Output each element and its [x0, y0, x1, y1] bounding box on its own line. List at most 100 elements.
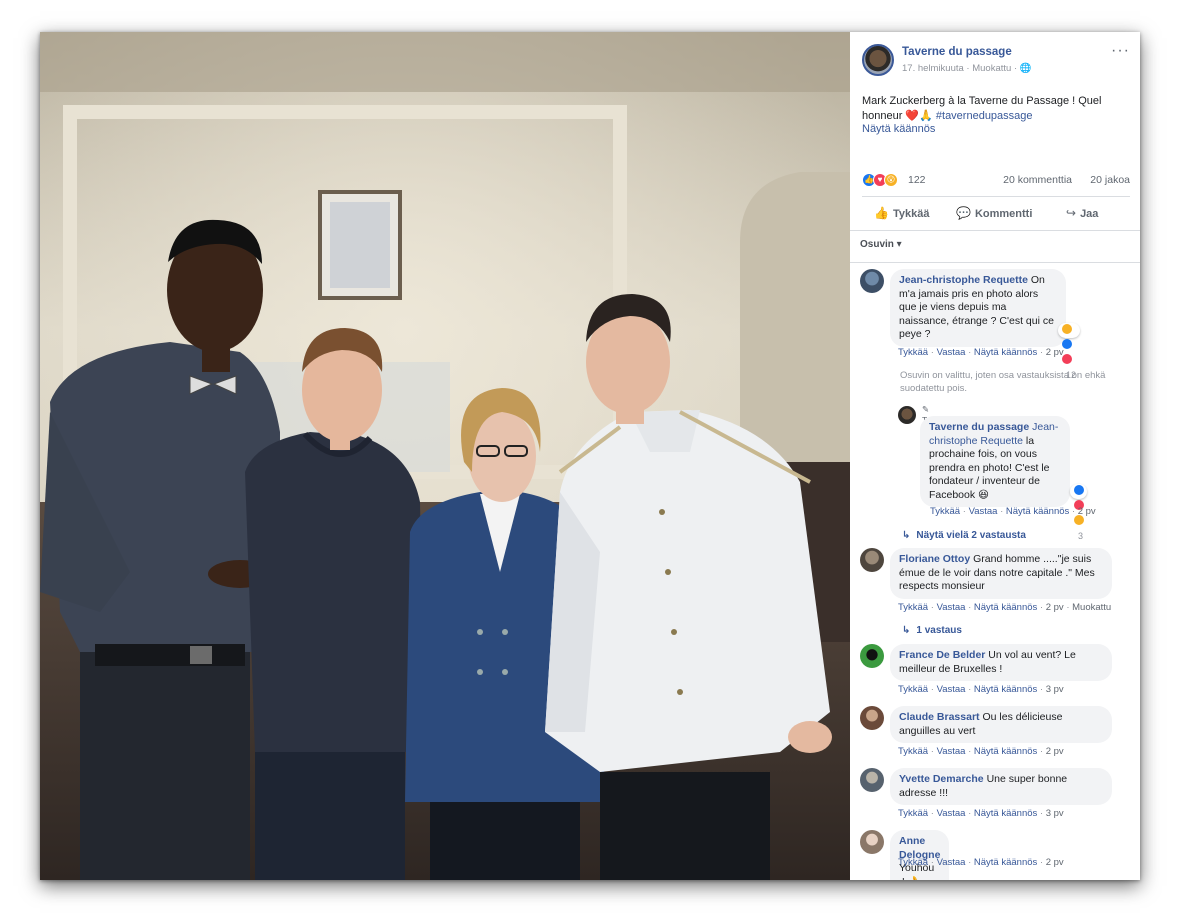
like-reaction-icon: [1074, 485, 1084, 495]
reply-arrow-icon: ↳: [902, 530, 911, 541]
comment-links: Tykkää · Vastaa · Näytä käännös · 3 pv: [898, 808, 1064, 819]
like-button-label: Tykkää: [892, 208, 930, 220]
comment-reply-link[interactable]: Vastaa: [937, 602, 966, 613]
comment-reply-link[interactable]: Vastaa: [937, 347, 966, 358]
comments-count[interactable]: 20 kommenttia: [1003, 174, 1072, 186]
comment-like-link[interactable]: Tykkää: [898, 602, 928, 613]
facebook-post-screenshot: Taverne du passage 17. helmikuuta · Muok…: [40, 32, 1140, 880]
post-meta-text: 17. helmikuuta · Muokattu ·: [902, 63, 1018, 74]
comment-reply-link[interactable]: Vastaa: [937, 857, 966, 868]
wow-reaction-icon: 😮: [884, 173, 898, 187]
post-caption: Mark Zuckerberg à la Taverne du Passage …: [862, 94, 1130, 123]
commenter-avatar[interactable]: [860, 548, 884, 572]
comment-like-link[interactable]: Tykkää: [898, 857, 928, 868]
comment-time[interactable]: 2 pv: [1046, 857, 1064, 868]
comment-bubble: Yvette Demarche Une super bonne adresse …: [890, 768, 1112, 805]
reactions-summary: 👍 ♥ 😮 122 20 kommenttia 20 jakoa: [862, 172, 1130, 188]
comment-translate-link[interactable]: Näytä käännös: [974, 746, 1037, 757]
commenter-avatar[interactable]: [860, 644, 884, 668]
reply-time[interactable]: 2 pv: [1078, 506, 1096, 517]
comment-reactions[interactable]: 12: [1058, 323, 1081, 380]
comment-links: Tykkää · Vastaa · Näytä käännös · 2 pv ·…: [898, 602, 1112, 613]
comment-reply-link[interactable]: Vastaa: [937, 746, 966, 757]
divider: [862, 196, 1130, 197]
post-actions: 👍 Tykkää 💬 Kommentti ↪ Jaa: [862, 202, 1130, 228]
commenter-avatar[interactable]: [860, 830, 884, 854]
comment-time[interactable]: 2 pv: [1046, 746, 1064, 757]
comment-sort-dropdown[interactable]: Osuvin ▾: [860, 239, 902, 250]
comment-like-link[interactable]: Tykkää: [898, 746, 928, 757]
comment-time[interactable]: 2 pv: [1046, 347, 1064, 358]
filtered-replies-note: Osuvin on valittu, joten osa vastauksist…: [900, 370, 1106, 394]
commenter-avatar[interactable]: [860, 269, 884, 293]
comment-author[interactable]: Claude Brassart: [899, 711, 980, 723]
comment-author[interactable]: France De Belder: [899, 649, 985, 661]
reply-avatar[interactable]: [898, 406, 916, 424]
divider: [850, 230, 1140, 231]
comment-links: Tykkää · Vastaa · Näytä käännös · 2 pv: [898, 347, 1064, 358]
comment-bubble: France De Belder Un vol au vent? Le meil…: [890, 644, 1112, 681]
more-replies-link[interactable]: ↳ Näytä vielä 2 vastausta: [902, 530, 1026, 541]
reply-author[interactable]: Taverne du passage: [929, 421, 1029, 433]
comment-author[interactable]: Floriane Ottoy: [899, 553, 970, 565]
shares-count[interactable]: 20 jakoa: [1090, 174, 1130, 186]
comment-like-link[interactable]: Tykkää: [898, 808, 928, 819]
comment-time[interactable]: 3 pv: [1046, 684, 1064, 695]
comment-bubble: Jean-christophe Requette On m'a jamais p…: [890, 269, 1066, 347]
commenter-avatar[interactable]: [860, 768, 884, 792]
post-header: Taverne du passage 17. helmikuuta · Muok…: [862, 42, 1130, 78]
comment-links: Tykkää · Vastaa · Näytä käännös · 2 pv: [898, 857, 1064, 868]
comment-reply-link[interactable]: Vastaa: [937, 808, 966, 819]
comment-links: Tykkää · Vastaa · Näytä käännös · 2 pv: [898, 746, 1064, 757]
more-replies-label: 1 vastaus: [916, 625, 962, 636]
reply-arrow-icon: ↳: [902, 625, 911, 636]
more-replies-label: Näytä vielä 2 vastausta: [916, 530, 1026, 541]
comment-translate-link[interactable]: Näytä käännös: [974, 808, 1037, 819]
comment-button-label: Kommentti: [974, 208, 1033, 220]
share-button[interactable]: ↪ Jaa: [1066, 206, 1098, 220]
thumbs-up-icon: 👍: [874, 206, 889, 220]
haha-reaction-icon: [1062, 324, 1072, 334]
comment-translate-link[interactable]: Näytä käännös: [974, 857, 1037, 868]
comment-like-link[interactable]: Tykkää: [898, 684, 928, 695]
share-button-label: Jaa: [1080, 208, 1099, 220]
post-timestamp[interactable]: 17. helmikuuta · Muokattu · 🌐: [902, 63, 1032, 74]
comment-time[interactable]: 2 pv: [1046, 602, 1064, 613]
globe-icon: 🌐: [1019, 63, 1032, 74]
comment-bubble: Anne Delogne Youhou ,! 👌: [890, 830, 950, 880]
comment-time[interactable]: 3 pv: [1046, 808, 1064, 819]
photo-illustration: [40, 32, 850, 880]
comment-icon: 💬: [956, 206, 971, 220]
comment-edited[interactable]: Muokattu: [1072, 602, 1111, 613]
more-replies-link[interactable]: ↳ 1 vastaus: [902, 625, 962, 636]
comment-button[interactable]: 💬 Kommentti: [956, 206, 1032, 220]
reply-reactions[interactable]: 3: [1070, 484, 1088, 541]
hashtag-link[interactable]: #tavernedupassage: [936, 110, 1033, 122]
page-name-link[interactable]: Taverne du passage: [902, 46, 1012, 58]
reply-links: Tykkää · Vastaa · Näytä käännös · 2 pv: [930, 506, 1096, 517]
reply-like-link[interactable]: Tykkää: [930, 506, 960, 517]
reply-translate-link[interactable]: Näytä käännös: [1006, 506, 1069, 517]
comment-links: Tykkää · Vastaa · Näytä käännös · 3 pv: [898, 684, 1064, 695]
post-photo[interactable]: [40, 32, 850, 880]
share-icon: ↪: [1066, 206, 1077, 220]
comment-reply-link[interactable]: Vastaa: [937, 684, 966, 695]
post-sidebar: Taverne du passage 17. helmikuuta · Muok…: [850, 32, 1140, 880]
more-options-button[interactable]: ···: [1111, 42, 1130, 60]
like-button[interactable]: 👍 Tykkää: [874, 206, 929, 220]
comment-bubble: Claude Brassart Ou les délicieuse anguil…: [890, 706, 1112, 743]
reply-bubble: Taverne du passage Jean-christophe Reque…: [920, 416, 1070, 507]
reply-reply-link[interactable]: Vastaa: [969, 506, 998, 517]
page-avatar[interactable]: [862, 44, 894, 76]
comment-author[interactable]: Yvette Demarche: [899, 773, 984, 785]
comment-translate-link[interactable]: Näytä käännös: [974, 602, 1037, 613]
see-translation-link[interactable]: Näytä käännös: [862, 123, 935, 135]
divider: [850, 262, 1140, 263]
reaction-count[interactable]: 122: [908, 174, 926, 186]
comment-like-link[interactable]: Tykkää: [898, 347, 928, 358]
comment-translate-link[interactable]: Näytä käännös: [974, 347, 1037, 358]
reply-reaction-count: 3: [1078, 531, 1084, 541]
comment-translate-link[interactable]: Näytä käännös: [974, 684, 1037, 695]
commenter-avatar[interactable]: [860, 706, 884, 730]
comment-author[interactable]: Jean-christophe Requette: [899, 274, 1028, 286]
